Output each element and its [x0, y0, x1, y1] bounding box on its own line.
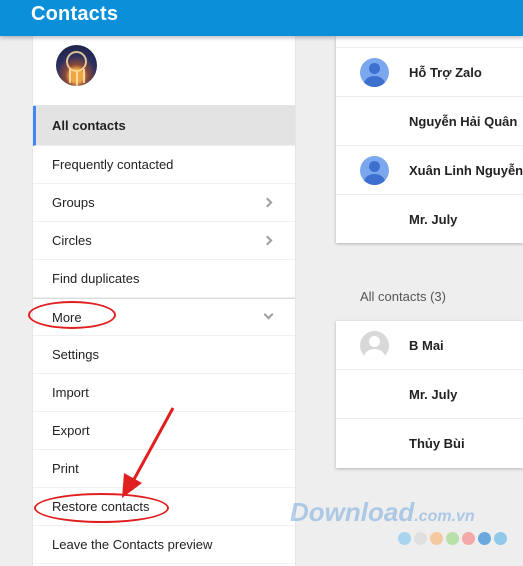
all-contacts-heading: All contacts (3)	[360, 289, 446, 304]
sidebar-item-label: Export	[52, 423, 90, 438]
sidebar-item-leave-preview[interactable]: Leave the Contacts preview	[33, 526, 295, 564]
chevron-right-icon	[262, 235, 273, 246]
list-item[interactable]: Nguyễn Hải Quân	[336, 97, 523, 146]
blank-avatar-icon	[360, 107, 389, 136]
sidebar-item-settings[interactable]: Settings	[33, 336, 295, 374]
sidebar-item-groups[interactable]: Groups	[33, 184, 295, 222]
profile-area	[33, 36, 295, 106]
list-item[interactable]: B Mai	[336, 321, 523, 370]
sidebar-item-more[interactable]: More	[33, 298, 295, 336]
contact-name: Thủy Bùi	[409, 436, 465, 451]
dot-icon	[462, 532, 475, 545]
app-title: Contacts	[31, 3, 119, 25]
sidebar-item-label: Import	[52, 385, 89, 400]
watermark-logo: Download.com.vn	[290, 497, 475, 528]
feather-shape	[76, 72, 78, 86]
sidebar-item-label: Restore contacts	[52, 499, 150, 514]
dot-icon	[494, 532, 507, 545]
person-icon	[360, 58, 389, 87]
dot-icon	[446, 532, 459, 545]
person-icon	[360, 331, 389, 360]
sidebar-item-label: Frequently contacted	[52, 157, 174, 172]
contacts-card-all: B Mai Mr. July Thủy Bùi	[336, 321, 523, 468]
list-item[interactable]: Thủy Bùi	[336, 419, 523, 468]
feather-shape	[69, 69, 71, 83]
sidebar-item-label: Leave the Contacts preview	[52, 537, 213, 552]
feather-shape	[83, 69, 85, 83]
sidebar-item-label: More	[52, 310, 82, 325]
dot-icon	[398, 532, 411, 545]
app-header: Contacts	[0, 0, 523, 36]
sidebar-item-label: Circles	[52, 233, 92, 248]
blank-avatar-icon	[360, 205, 389, 234]
contact-name: Nguyễn Hải Quân	[409, 114, 518, 129]
contact-name: Mr. July	[409, 387, 458, 402]
sidebar-item-label: Groups	[52, 195, 95, 210]
contact-name: B Mai	[409, 338, 444, 353]
sidebar-item-label: All contacts	[52, 118, 126, 133]
blank-avatar-icon	[360, 380, 389, 409]
blank-avatar-icon	[360, 429, 389, 458]
watermark-suffix: .com.vn	[414, 508, 475, 525]
person-icon	[360, 156, 389, 185]
list-item[interactable]: Mr. July	[336, 370, 523, 419]
sidebar-item-all-contacts[interactable]: All contacts	[33, 106, 295, 146]
watermark-text: Download	[290, 497, 415, 527]
sidebar-item-label: Print	[52, 461, 79, 476]
list-item[interactable]: Mr. July	[336, 195, 523, 244]
list-item-partial	[336, 36, 523, 48]
sidebar-item-label: Find duplicates	[52, 271, 140, 286]
contact-name: Xuân Linh Nguyễn	[409, 163, 523, 178]
contact-name: Mr. July	[409, 212, 458, 227]
dot-icon	[414, 532, 427, 545]
contact-name: Hỗ Trợ Zalo	[409, 65, 482, 80]
contacts-card-top: Hỗ Trợ Zalo Nguyễn Hải Quân Xuân Linh Ng…	[336, 36, 523, 243]
watermark-dots	[398, 532, 510, 550]
sidebar-item-find-duplicates[interactable]: Find duplicates	[33, 260, 295, 298]
chevron-right-icon	[262, 197, 273, 208]
list-item[interactable]: Xuân Linh Nguyễn	[336, 146, 523, 195]
sidebar-item-circles[interactable]: Circles	[33, 222, 295, 260]
sidebar-item-label: Settings	[52, 347, 99, 362]
sidebar-item-frequently-contacted[interactable]: Frequently contacted	[33, 146, 295, 184]
avatar[interactable]	[56, 45, 97, 86]
list-item[interactable]: Hỗ Trợ Zalo	[336, 48, 523, 97]
dot-icon	[478, 532, 491, 545]
chevron-down-icon	[263, 309, 274, 320]
dot-icon	[430, 532, 443, 545]
annotation-arrow-icon	[122, 407, 175, 498]
